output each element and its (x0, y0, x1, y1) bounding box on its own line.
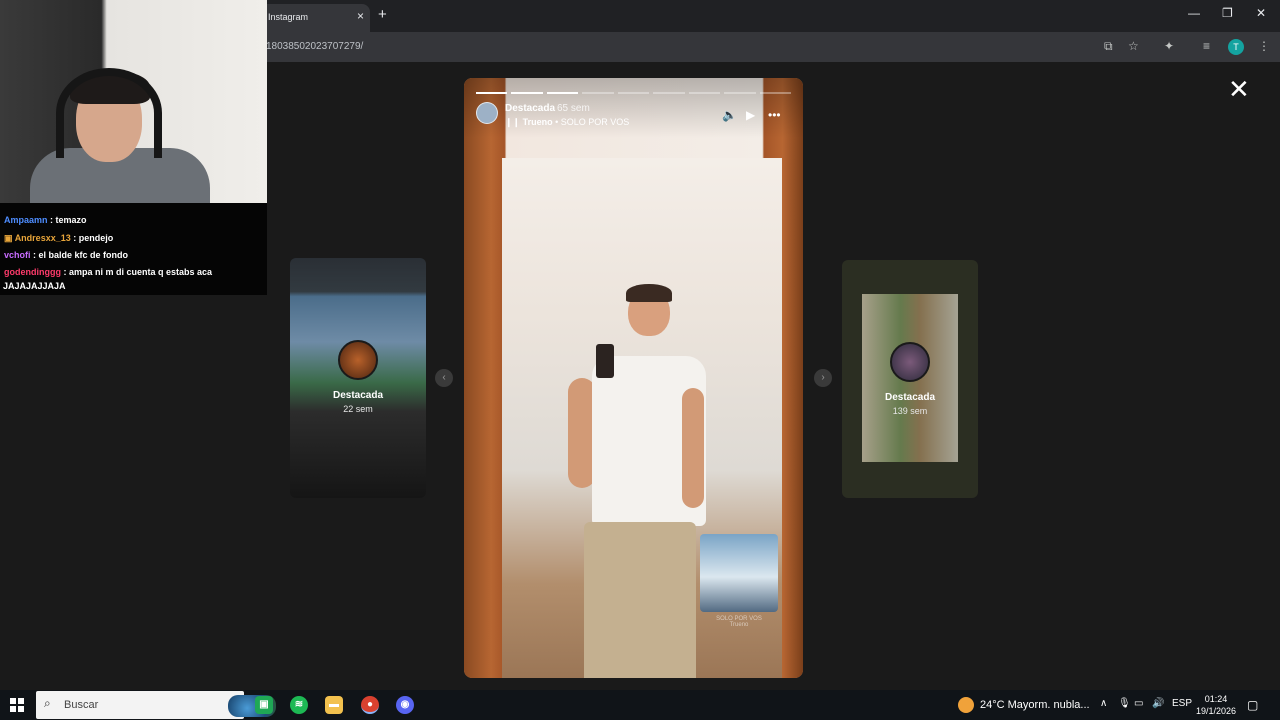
network-icon[interactable]: ▭ (1134, 698, 1143, 709)
microphone-icon[interactable]: 🎙 (1118, 698, 1131, 709)
taskbar: ⌕ Buscar ▣ ≋ ▬ ● ◉ 24°C Mayorm. nubla...… (0, 690, 1280, 720)
music-sticker[interactable] (700, 534, 778, 612)
clock[interactable]: 01:24 19/1/2026 (1196, 693, 1236, 717)
language-indicator[interactable]: ESP (1172, 698, 1192, 709)
spotify-icon[interactable]: ≋ (290, 696, 308, 714)
cast-icon[interactable]: ⧉ (1104, 39, 1113, 54)
window-close-button[interactable]: ✕ (1256, 6, 1266, 20)
weather-text[interactable]: 24°C Mayorm. nubla... (980, 699, 1090, 711)
story-image-phone (596, 344, 614, 378)
minimize-button[interactable]: — (1188, 6, 1200, 20)
more-options-icon[interactable]: ••• (768, 108, 781, 122)
chat-message: JAJAJAJJAJA (3, 281, 66, 291)
progress-segment (759, 92, 791, 94)
url-field[interactable]: 18038502023707279/ (266, 41, 363, 52)
play-icon[interactable]: ▶ (746, 108, 755, 122)
story-image-person (626, 284, 672, 302)
windows-start-icon[interactable] (10, 698, 24, 712)
weather-icon[interactable] (958, 697, 974, 713)
progress-segment (653, 92, 685, 94)
story-avatar (338, 340, 378, 380)
webcam-overlay (0, 0, 267, 203)
progress-segment (724, 92, 756, 94)
progress-segment (688, 92, 721, 94)
progress-segment (546, 92, 579, 94)
progress-segment (582, 92, 614, 94)
file-explorer-icon[interactable]: ▬ (325, 696, 343, 714)
story-image-person (584, 522, 696, 678)
progress-segment (476, 92, 508, 94)
tab-title: Instagram (268, 12, 309, 22)
chat-message: Ampaamn : temazo (4, 215, 87, 225)
progress-segment (511, 92, 543, 94)
story-title: Destacada (332, 390, 384, 401)
tab-close-icon[interactable]: × (357, 9, 364, 23)
story-name[interactable]: Destacada (505, 103, 555, 114)
tab-instagram[interactable]: Instagram × (258, 4, 370, 32)
next-arrow-icon[interactable]: › (814, 369, 832, 387)
progress-segment (617, 92, 650, 94)
music-sticker-label: SOLO POR VOS Trueno (716, 616, 762, 628)
close-viewer-icon[interactable]: ✕ (1228, 76, 1250, 102)
story-time: 65 sem (557, 103, 590, 114)
profile-avatar[interactable]: T (1228, 39, 1244, 55)
chrome-icon[interactable]: ● (361, 696, 379, 714)
story-profile-avatar[interactable] (476, 102, 498, 124)
media-control-icon[interactable]: ≡ (1203, 39, 1210, 53)
song-artist: Trueno (522, 117, 553, 127)
story-title: Destacada (884, 392, 936, 403)
search-icon: ⌕ (44, 696, 51, 710)
search-placeholder: Buscar (64, 699, 99, 711)
extensions-icon[interactable]: ✦ (1164, 39, 1174, 53)
bookmark-star-icon[interactable]: ☆ (1128, 39, 1139, 53)
chat-message: godendinggg : ampa ni m di cuenta q esta… (4, 267, 213, 277)
music-bars-icon: ❙❙ (505, 117, 523, 127)
headset-icon (56, 68, 162, 158)
main-story[interactable]: SOLO POR VOS Trueno Destacada 65 sem ❙❙ … (464, 78, 803, 678)
next-story-card[interactable]: Destacada 139 sem (842, 260, 978, 498)
story-progress-bar (476, 92, 791, 94)
taskbar-search[interactable]: ⌕ Buscar (36, 691, 276, 719)
app-icon-1[interactable]: ▣ (255, 696, 273, 714)
previous-story-card[interactable]: Destacada 22 sem (290, 258, 426, 498)
discord-icon[interactable]: ◉ (396, 696, 414, 714)
chat-message: ▣ Andresxx_13 : pendejo (4, 233, 114, 243)
previous-arrow-icon[interactable]: ‹ (435, 369, 453, 387)
new-tab-button[interactable]: + (378, 6, 387, 23)
story-time: 139 sem (892, 406, 928, 416)
chat-message: vchofi : el balde kfc de fondo (4, 250, 129, 260)
stream-chat: Ampaamn : temazo ▣ Andresxx_13 : pendejo… (0, 203, 267, 295)
story-time: 22 sem (343, 404, 373, 414)
menu-kebab-icon[interactable]: ⋮ (1258, 39, 1270, 53)
song-title: SOLO POR VOS (560, 117, 630, 127)
restore-button[interactable]: ❐ (1222, 6, 1233, 20)
story-image-person (682, 388, 704, 508)
notifications-icon[interactable]: ▢ (1247, 698, 1258, 712)
story-avatar (890, 342, 930, 382)
volume-icon[interactable]: 🔈 (722, 108, 737, 122)
screen: Instagram × + — ❐ ✕ 18038502023707279/ ⧉… (0, 0, 1280, 720)
story-song[interactable]: ❙❙ Trueno • SOLO POR VOS (505, 117, 629, 128)
speaker-icon[interactable]: 🔊 (1152, 698, 1164, 709)
subscriber-badge-icon: ▣ (4, 233, 13, 243)
tray-expand-icon[interactable]: ∧ (1100, 698, 1107, 709)
